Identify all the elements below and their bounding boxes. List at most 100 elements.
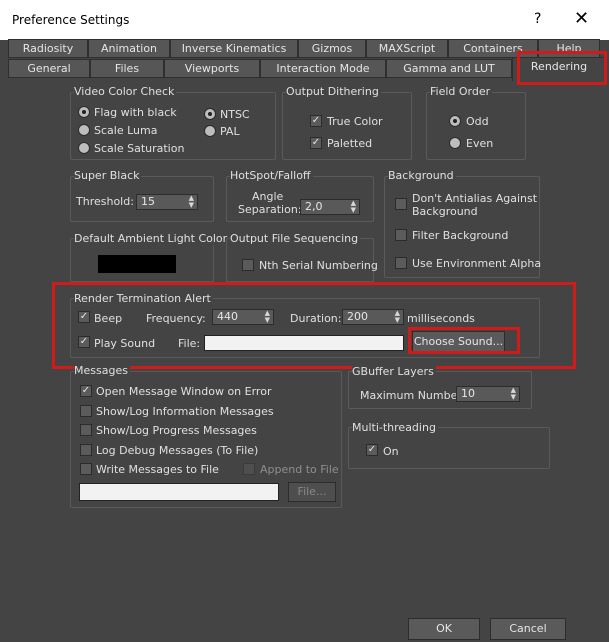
pal-label: PAL [220, 125, 240, 138]
pal-radio[interactable] [204, 125, 216, 137]
ok-button[interactable]: OK [408, 618, 480, 640]
file-label: File: [178, 337, 201, 350]
duration-value: 200 [347, 310, 368, 323]
open-message-window-label: Open Message Window on Error [96, 385, 272, 398]
messages-file-input[interactable] [79, 483, 279, 501]
tab-general[interactable]: General [8, 59, 90, 78]
separation-label: Separation: [238, 203, 302, 216]
file-browse-button[interactable]: File... [288, 482, 336, 502]
beep-checkbox[interactable]: ✓ [78, 311, 90, 323]
ntsc-label: NTSC [220, 108, 250, 121]
dont-antialias-checkbox[interactable] [395, 198, 407, 210]
show-progress-messages-checkbox[interactable] [80, 424, 92, 436]
use-environment-alpha-label: Use Environment Alpha [412, 257, 542, 270]
field-order-title: Field Order [430, 85, 493, 98]
file-sequencing-title: Output File Sequencing [230, 232, 361, 245]
title-bar: Preference Settings ? ✕ [0, 0, 609, 40]
tab-files[interactable]: Files [90, 59, 164, 78]
show-info-messages-label: Show/Log Information Messages [96, 405, 274, 418]
close-icon[interactable]: ✕ [574, 8, 589, 29]
show-info-messages-checkbox[interactable] [80, 405, 92, 417]
ntsc-radio[interactable] [204, 108, 216, 120]
spinner-arrows-icon[interactable]: ▲ ▼ [351, 200, 356, 214]
dont-antialias-label-line1: Don't Antialias Against [412, 192, 538, 205]
duration-label: Duration: [290, 312, 342, 325]
use-environment-alpha-checkbox[interactable] [395, 257, 407, 269]
multithreading-on-label: On [383, 445, 399, 458]
tab-interaction-mode[interactable]: Interaction Mode [260, 59, 386, 78]
dont-antialias-label-line2: Background [412, 205, 478, 218]
frequency-value: 440 [217, 310, 238, 323]
tab-inverse-kinematics[interactable]: Inverse Kinematics [170, 39, 298, 58]
threshold-label: Threshold: [76, 195, 134, 208]
maximum-number-label: Maximum Number: [360, 389, 466, 402]
spinner-arrows-icon[interactable]: ▲ ▼ [511, 387, 516, 401]
open-message-window-checkbox[interactable]: ✓ [80, 385, 92, 397]
even-label: Even [466, 137, 494, 150]
tab-viewports[interactable]: Viewports [164, 59, 260, 78]
messages-title: Messages [74, 364, 130, 377]
tab-gamma-and-lut[interactable]: Gamma and LUT [386, 59, 512, 78]
multithreading-on-checkbox[interactable]: ✓ [366, 444, 378, 456]
threshold-spinner[interactable]: 15 ▲ ▼ [136, 194, 198, 210]
log-debug-messages-label: Log Debug Messages (To File) [96, 444, 259, 457]
output-dithering-title: Output Dithering [286, 85, 381, 98]
write-messages-checkbox[interactable] [80, 463, 92, 475]
scale-luma-radio[interactable] [78, 124, 90, 136]
milliseconds-label: milliseconds [407, 312, 475, 325]
angle-label: Angle [252, 190, 284, 203]
duration-spinner[interactable]: 200 ▲ ▼ [342, 309, 404, 325]
help-button[interactable]: ? [534, 11, 541, 27]
window-title: Preference Settings [12, 13, 130, 27]
nth-serial-numbering-label: Nth Serial Numbering [259, 259, 378, 272]
even-radio[interactable] [449, 137, 461, 149]
scale-luma-label: Scale Luma [94, 124, 158, 137]
tab-radiosity[interactable]: Radiosity [8, 39, 88, 58]
log-debug-messages-checkbox[interactable] [80, 444, 92, 456]
separation-spinner[interactable]: 2,0 ▲ ▼ [300, 199, 360, 215]
video-color-check-title: Video Color Check [74, 85, 177, 98]
odd-label: Odd [466, 115, 489, 128]
gbuffer-layers-title: GBuffer Layers [352, 365, 436, 378]
tab-animation[interactable]: Animation [88, 39, 170, 58]
scale-saturation-label: Scale Saturation [94, 142, 185, 155]
maximum-number-spinner[interactable]: 10 ▲ ▼ [456, 386, 520, 402]
separation-value: 2,0 [305, 200, 323, 213]
play-sound-checkbox[interactable]: ✓ [78, 336, 90, 348]
spinner-arrows-icon[interactable]: ▲ ▼ [189, 195, 194, 209]
tab-containers[interactable]: Containers [448, 39, 538, 58]
filter-background-checkbox[interactable] [395, 229, 407, 241]
play-sound-label: Play Sound [94, 337, 156, 350]
spinner-arrows-icon[interactable]: ▲ ▼ [265, 310, 270, 324]
render-alert-title: Render Termination Alert [74, 292, 213, 305]
odd-radio[interactable] [449, 115, 461, 127]
true-color-checkbox[interactable]: ✓ [310, 115, 322, 127]
spinner-arrows-icon[interactable]: ▲ ▼ [395, 310, 400, 324]
tab-help[interactable]: Help [538, 39, 600, 58]
ambient-light-title: Default Ambient Light Color [74, 232, 230, 245]
write-messages-label: Write Messages to File [96, 463, 219, 476]
paletted-checkbox[interactable]: ✓ [310, 137, 322, 149]
choose-sound-button[interactable]: Choose Sound... [412, 331, 505, 353]
multithreading-title: Multi-threading [352, 421, 438, 434]
true-color-label: True Color [327, 115, 383, 128]
frequency-spinner[interactable]: 440 ▲ ▼ [212, 309, 274, 325]
flag-with-black-radio[interactable] [78, 106, 90, 118]
append-to-file-checkbox[interactable] [243, 463, 255, 475]
hotspot-falloff-title: HotSpot/Falloff [230, 169, 313, 182]
beep-label: Beep [94, 312, 123, 325]
tab-rendering[interactable]: Rendering [512, 57, 606, 81]
cancel-button[interactable]: Cancel [490, 618, 566, 640]
tab-gizmos[interactable]: Gizmos [298, 39, 366, 58]
ambient-color-swatch[interactable] [98, 255, 176, 273]
background-title: Background [388, 169, 456, 182]
sound-file-input[interactable] [204, 335, 404, 351]
append-to-file-label: Append to File [260, 463, 339, 476]
tab-maxscript[interactable]: MAXScript [366, 39, 448, 58]
paletted-label: Paletted [327, 137, 373, 150]
nth-serial-numbering-checkbox[interactable] [242, 259, 254, 271]
threshold-value: 15 [141, 195, 155, 208]
filter-background-label: Filter Background [412, 229, 509, 242]
scale-saturation-radio[interactable] [78, 142, 90, 154]
super-black-title: Super Black [74, 169, 142, 182]
